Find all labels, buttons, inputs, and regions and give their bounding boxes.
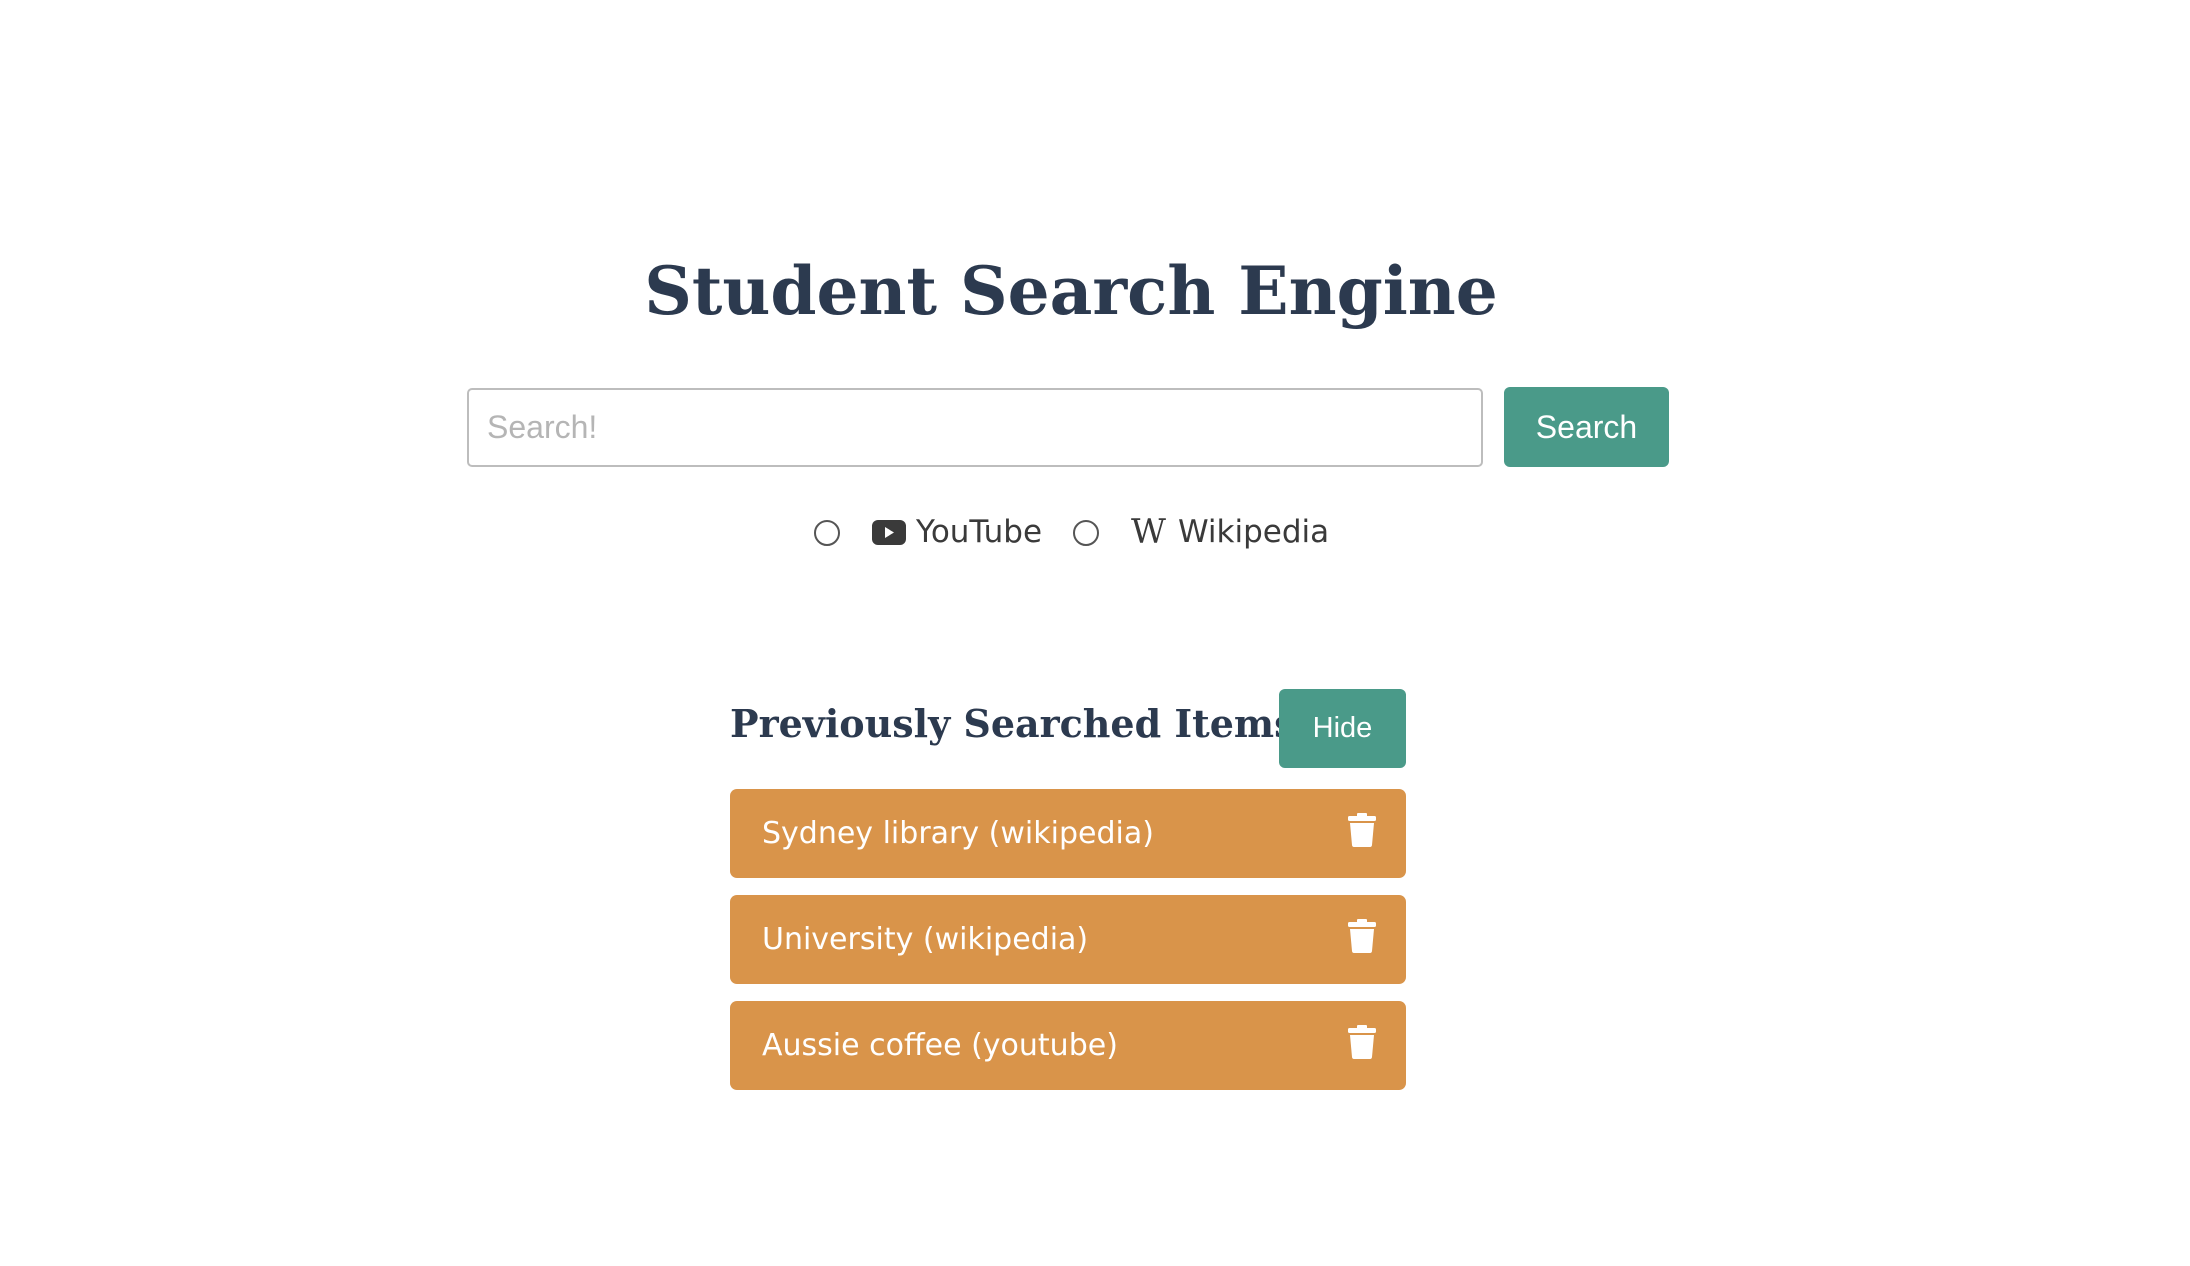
trash-icon[interactable] [1348, 813, 1376, 847]
history-item-label: University (wikipedia) [762, 922, 1089, 957]
history-heading: Previously Searched Items [730, 701, 1296, 746]
wikipedia-label: Wikipedia [1177, 514, 1330, 550]
history-item[interactable]: Sydney library (wikipedia) [730, 789, 1406, 878]
radio-wikipedia[interactable] [1073, 520, 1099, 546]
search-button[interactable]: Search [1504, 387, 1669, 467]
source-selector: YouTube W Wikipedia [0, 512, 2142, 552]
history-item[interactable]: Aussie coffee (youtube) [730, 1001, 1406, 1090]
radio-youtube[interactable] [814, 520, 840, 546]
history-item-label: Sydney library (wikipedia) [762, 816, 1154, 851]
history-item[interactable]: University (wikipedia) [730, 895, 1406, 984]
history-item-label: Aussie coffee (youtube) [762, 1028, 1118, 1063]
radio-label-wikipedia[interactable]: W Wikipedia [1131, 512, 1329, 552]
trash-icon[interactable] [1348, 1025, 1376, 1059]
radio-label-youtube[interactable]: YouTube [872, 512, 1042, 552]
hide-history-button[interactable]: Hide [1279, 689, 1406, 768]
page-title: Student Search Engine [644, 252, 1498, 330]
search-input[interactable] [467, 388, 1483, 467]
trash-icon[interactable] [1348, 919, 1376, 953]
history-list: Sydney library (wikipedia) University (w… [730, 789, 1406, 1107]
youtube-icon [872, 519, 906, 545]
youtube-label: YouTube [916, 514, 1043, 550]
wikipedia-icon: W [1131, 512, 1166, 552]
